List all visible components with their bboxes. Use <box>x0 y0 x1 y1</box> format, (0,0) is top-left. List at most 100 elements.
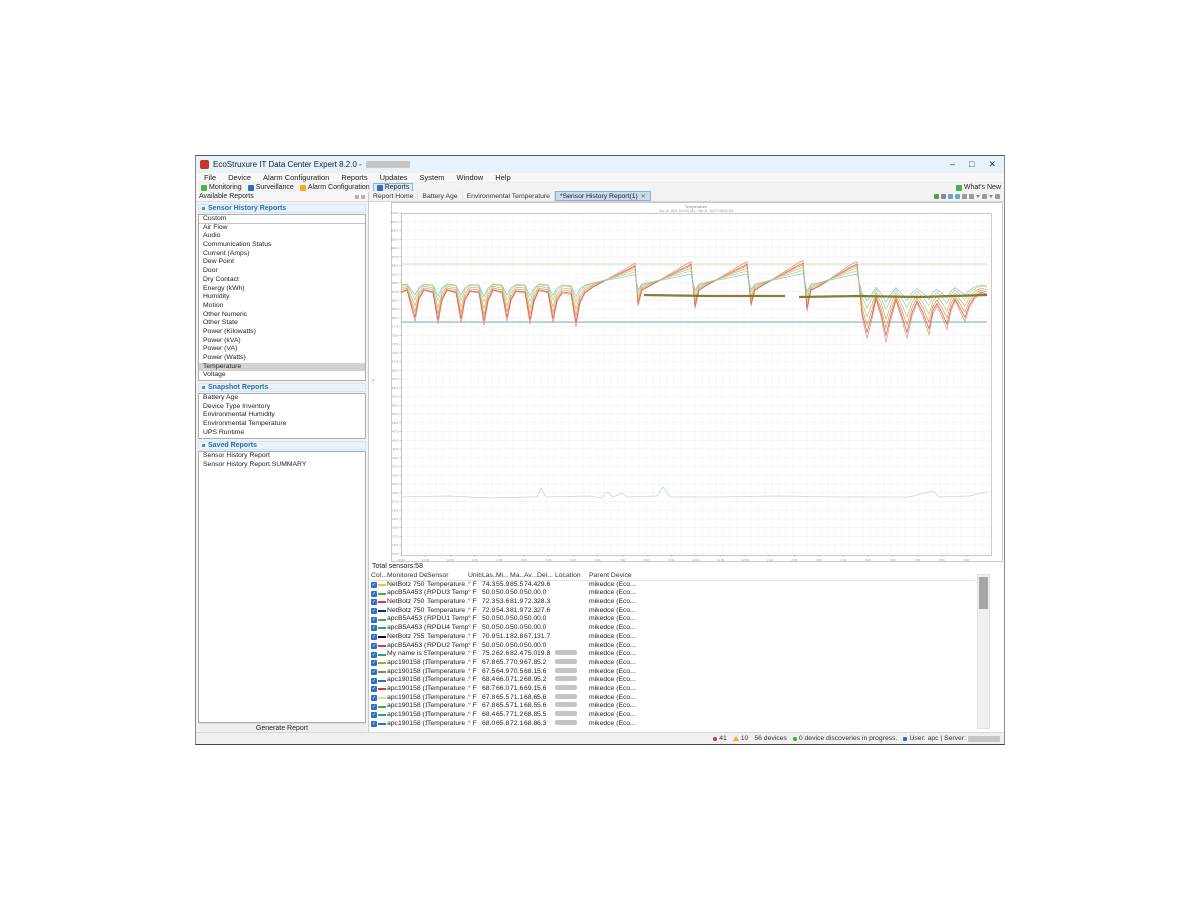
table-row[interactable]: ✓apc190158 (1...Temperature ...° F67.564… <box>371 668 975 677</box>
report-item-power-watts-[interactable]: Power (Watts) <box>199 354 365 363</box>
column-header-col-[interactable]: Col... <box>371 572 387 580</box>
table-row[interactable]: ✓My name is Si...Temperature ...° F75.26… <box>371 650 975 659</box>
row-checkbox[interactable]: ✓ <box>371 660 377 666</box>
section-header-sensor-history-reports[interactable]: Sensor History Reports <box>198 204 366 213</box>
report-item-air-flow[interactable]: Air Flow <box>199 224 365 233</box>
tab-battery-age[interactable]: Battery Age <box>418 191 462 201</box>
menu-item-updates[interactable]: Updates <box>374 173 414 182</box>
row-checkbox[interactable]: ✓ <box>371 599 377 605</box>
maximize-button[interactable]: □ <box>969 159 974 170</box>
report-item-temperature[interactable]: Temperature <box>199 363 365 372</box>
section-header-snapshot-reports[interactable]: Snapshot Reports <box>198 383 366 392</box>
report-item-power-kva-[interactable]: Power (kVA) <box>199 337 365 346</box>
table-row[interactable]: ✓NetBotz 750 ...Temperature ...° F72.353… <box>371 598 975 607</box>
column-header-units[interactable]: Units <box>468 572 482 580</box>
critical-alarm-count[interactable]: 41 <box>713 735 727 742</box>
table-row[interactable]: ✓apcB5A453 (1...RPDU4 Temp...° F50.050.0… <box>371 624 975 633</box>
pan-icon[interactable] <box>969 194 974 199</box>
row-checkbox[interactable]: ✓ <box>371 704 377 710</box>
menu-item-system[interactable]: System <box>414 173 451 182</box>
report-item-other-numeric[interactable]: Other Numeric <box>199 311 365 320</box>
grid-icon[interactable] <box>962 194 967 199</box>
report-item-dry-contact[interactable]: Dry Contact <box>199 276 365 285</box>
chart-type-dropdown[interactable] <box>976 195 980 198</box>
table-row[interactable]: ✓apc190158 (1...Temperature ...° F68.065… <box>371 720 975 729</box>
whats-new-link[interactable]: What's New <box>956 184 1004 191</box>
perspective-surveillance[interactable]: Surveillance <box>245 183 297 192</box>
report-item-humidity[interactable]: Humidity <box>199 293 365 302</box>
table-row[interactable]: ✓apcB5A453 (1...RPDU3 Temp...° F50.050.0… <box>371 589 975 598</box>
table-row[interactable]: ✓apcB5A453 (1...RPDU1 Temp...° F50.050.0… <box>371 615 975 624</box>
table-scrollbar[interactable] <box>977 574 990 729</box>
report-item-ups-runtime[interactable]: UPS Runtime <box>199 429 365 438</box>
table-row[interactable]: ✓apc190158 (1...Temperature ...° F67.865… <box>371 659 975 668</box>
row-checkbox[interactable]: ✓ <box>371 721 377 727</box>
row-checkbox[interactable]: ✓ <box>371 686 377 692</box>
row-checkbox[interactable]: ✓ <box>371 608 377 614</box>
column-header-las-[interactable]: Las... <box>482 572 496 580</box>
menu-item-file[interactable]: File <box>198 173 222 182</box>
column-header-monitored-de-[interactable]: Monitored De... <box>387 572 427 580</box>
report-item-voltage[interactable]: Voltage <box>199 371 365 380</box>
report-item-dew-point[interactable]: Dew Point <box>199 258 365 267</box>
table-row[interactable]: ✓NetBotz 750 ...Temperature ...° F72.954… <box>371 607 975 616</box>
table-row[interactable]: ✓NetBotz 750 ...Temperature ...° F74.355… <box>371 581 975 590</box>
interval-dropdown[interactable] <box>989 195 993 198</box>
row-checkbox[interactable]: ✓ <box>371 582 377 588</box>
row-checkbox[interactable]: ✓ <box>371 678 377 684</box>
report-item-current-amps-[interactable]: Current (Amps) <box>199 250 365 259</box>
report-item-sensor-history-report[interactable]: Sensor History Report <box>199 452 365 461</box>
tab--sensor-history-report-1-[interactable]: *Sensor History Report(1)✕ <box>555 191 651 201</box>
panel-header-icons[interactable] <box>355 195 365 199</box>
interval-icon[interactable] <box>982 194 987 199</box>
column-header-del-[interactable]: Del... <box>537 572 555 580</box>
menu-item-help[interactable]: Help <box>489 173 516 182</box>
column-header-mi-[interactable]: Mi... <box>496 572 510 580</box>
report-item-sensor-history-report-summary[interactable]: Sensor History Report SUMMARY <box>199 461 365 470</box>
column-header-ma-[interactable]: Ma... <box>510 572 524 580</box>
row-checkbox[interactable]: ✓ <box>371 695 377 701</box>
minimize-button[interactable]: – <box>950 159 955 170</box>
table-row[interactable]: ✓apc190158 (1...Temperature ...° F68.766… <box>371 685 975 694</box>
menu-item-window[interactable]: Window <box>451 173 490 182</box>
close-button[interactable]: ✕ <box>988 159 996 170</box>
table-row[interactable]: ✓apc190158 (1...Temperature ...° F67.865… <box>371 694 975 703</box>
report-item-motion[interactable]: Motion <box>199 302 365 311</box>
warning-alarm-count[interactable]: 10 <box>733 735 749 742</box>
report-item-door[interactable]: Door <box>199 267 365 276</box>
table-row[interactable]: ✓apc190158 (1...Temperature ...° F67.865… <box>371 702 975 711</box>
row-checkbox[interactable]: ✓ <box>371 712 377 718</box>
tab-report-home[interactable]: Report Home <box>369 191 418 201</box>
column-header-sensor[interactable]: Sensor <box>427 572 468 580</box>
report-item-battery-age[interactable]: Battery Age <box>199 394 365 403</box>
report-item-power-va-[interactable]: Power (VA) <box>199 345 365 354</box>
table-row[interactable]: ✓apc190158 (1...Temperature ...° F68.465… <box>371 711 975 720</box>
row-checkbox[interactable]: ✓ <box>371 591 377 597</box>
row-checkbox[interactable]: ✓ <box>371 643 377 649</box>
report-item-power-kilowatts-[interactable]: Power (Kilowatts) <box>199 328 365 337</box>
save-icon[interactable] <box>941 194 946 199</box>
row-checkbox[interactable]: ✓ <box>371 669 377 675</box>
report-item-audio[interactable]: Audio <box>199 232 365 241</box>
column-header-location[interactable]: Location <box>555 572 589 580</box>
column-header-av-[interactable]: Av... <box>524 572 537 580</box>
table-row[interactable]: ✓apcB5A453 (1...RPDU2 Temp...° F50.050.0… <box>371 642 975 651</box>
column-header-parent-device[interactable]: Parent Device <box>589 572 685 580</box>
report-item-environmental-temperature[interactable]: Environmental Temperature <box>199 420 365 429</box>
perspective-alarm-configuration[interactable]: Alarm Configuration <box>297 183 373 192</box>
row-checkbox[interactable]: ✓ <box>371 652 377 658</box>
tab-environmental-temperature[interactable]: Environmental Temperature <box>463 191 555 201</box>
zoom-in-icon[interactable] <box>948 194 953 199</box>
report-item-energy-kwh-[interactable]: Energy (kWh) <box>199 285 365 294</box>
export-icon[interactable] <box>934 194 939 199</box>
table-row[interactable]: ✓apc190158 (1...Temperature ...° F68.466… <box>371 676 975 685</box>
row-checkbox[interactable]: ✓ <box>371 617 377 623</box>
menu-item-device[interactable]: Device <box>222 173 257 182</box>
tab-close-icon[interactable]: ✕ <box>641 193 646 200</box>
scrollbar-thumb[interactable] <box>979 577 988 609</box>
report-item-custom[interactable]: Custom <box>199 215 365 224</box>
perspective-monitoring[interactable]: Monitoring <box>198 183 245 192</box>
row-checkbox[interactable]: ✓ <box>371 634 377 640</box>
settings-icon[interactable] <box>995 194 1000 199</box>
row-checkbox[interactable]: ✓ <box>371 625 377 631</box>
